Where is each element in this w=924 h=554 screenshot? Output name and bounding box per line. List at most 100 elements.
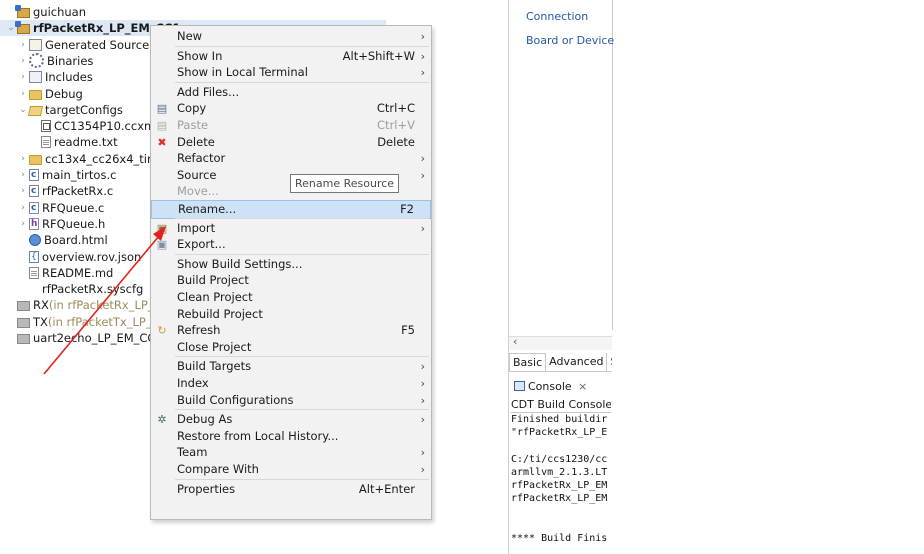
menu-item-shortcut: F2 [400,202,414,216]
menu-item-label: Refresh [177,323,221,338]
chevron-right-icon[interactable]: › [18,200,28,216]
menu-item-build-targets[interactable]: Build Targets › [151,358,431,375]
tree-item[interactable]: › Includes [18,69,93,85]
tree-item[interactable]: RX (in rfPacketRx_LP_EM [6,297,171,313]
tree-item[interactable]: Board.html [18,232,108,248]
menu-item-debug-as[interactable]: ✲ Debug As › [151,411,431,428]
chevron-right-icon: › [420,49,425,63]
console-line: rfPacketRx_LP_EM [511,493,608,505]
menu-item-shortcut: F5 [401,323,415,338]
tree-item[interactable]: README.md [18,265,113,281]
menu-item-compare-with[interactable]: Compare With › [151,461,431,478]
board-or-device-link[interactable]: Board or Device [526,34,614,47]
connection-link[interactable]: Connection [526,10,588,23]
proj-icon [15,5,30,18]
src-icon [29,38,42,51]
tree-item[interactable]: CC1354P10.ccxml [30,118,158,134]
menu-item-label: Refactor [177,151,226,166]
tree-item[interactable]: readme.txt [30,134,118,150]
tree-item[interactable]: uart2echo_LP_EM_CC13 [6,330,170,346]
menu-item-rename[interactable]: Rename... F2 [151,200,431,219]
cfile-icon [29,200,39,216]
horizontal-scrollbar[interactable]: ‹ [509,335,612,350]
close-icon[interactable]: × [578,380,587,393]
menu-item-label: Rebuild Project [177,306,263,321]
hfile-icon [29,216,39,232]
menu-item-rebuild-project[interactable]: Rebuild Project [151,306,431,323]
chevron-right-icon[interactable]: › [18,151,28,167]
scroll-left-icon[interactable]: ‹ [513,335,517,348]
tree-item-label: guichuan [33,5,87,19]
tree-item[interactable]: › main_tirtos.c [18,167,116,183]
menu-item-team[interactable]: Team › [151,444,431,461]
menu-item-import[interactable]: ▣ Import › [151,220,431,237]
menu-item-properties[interactable]: Properties Alt+Enter [151,481,431,498]
menu-item-label: Rename... [178,202,237,216]
chevron-right-icon[interactable]: › [18,86,28,102]
tree-item-label: rfPacketRx.syscfg [42,282,144,297]
menu-item-label: Source [177,167,217,182]
menu-item-add-files[interactable]: Add Files... [151,84,431,101]
chevron-right-icon: › [420,413,425,427]
chevron-right-icon[interactable]: › [18,183,28,199]
menu-item-delete[interactable]: ✖ Delete Delete [151,134,431,151]
menu-item-copy[interactable]: ▤ Copy Ctrl+C [151,100,431,117]
console-tab-label: Console [528,380,572,393]
tree-item-label: targetConfigs [45,102,123,117]
chevron-right-icon: › [420,152,425,166]
tree-item[interactable]: › Generated Source [18,37,149,53]
menu-item-label: Clean Project [177,290,253,304]
tree-item[interactable]: overview.rov.json [18,249,141,265]
tree-item[interactable]: rfPacketRx.syscfg [18,281,143,297]
tab-advanced[interactable]: Advanced [546,353,608,371]
proj-gray-icon [17,301,30,312]
tree-item[interactable]: › Binaries [18,53,93,69]
chevron-right-icon[interactable]: › [18,37,28,53]
menu-item-index[interactable]: Index › [151,375,431,392]
chevron-down-icon[interactable]: ⌄ [18,102,28,118]
menu-item-show-in[interactable]: Show In Alt+Shift+W › [151,48,431,65]
menu-item-restore-from-local-history[interactable]: Restore from Local History... [151,428,431,445]
tab-sc[interactable]: Sc [607,353,612,371]
menu-item-export[interactable]: ▣ Export... [151,236,431,253]
tree-item[interactable]: › RFQueue.h [18,216,105,232]
menu-item-clean-project[interactable]: Clean Project [151,289,431,306]
menu-item-show-build-settings[interactable]: Show Build Settings... [151,256,431,273]
tree-item-label: main_tirtos.c [42,168,117,182]
menu-item-refresh[interactable]: ↻ Refresh F5 [151,322,431,339]
chevron-right-icon[interactable]: › [18,216,28,232]
tree-item[interactable]: › Debug [18,86,83,102]
menu-separator [175,478,429,480]
menu-item-label: Export... [177,237,226,252]
tree-item[interactable]: TX (in rfPacketTx_LP_EM [6,314,169,330]
tree-item[interactable]: ⌄ targetConfigs [18,102,123,118]
cfile-icon [29,183,39,199]
tree-item[interactable]: guichuan [6,4,86,20]
menu-item-label: Show In [177,48,223,63]
menu-item-label: Team [177,445,208,460]
menu-item-refactor[interactable]: Refactor › [151,150,431,167]
console-tab[interactable]: Console × [514,380,587,393]
menu-item-build-project[interactable]: Build Project [151,272,431,289]
tab-basic[interactable]: Basic [509,353,547,371]
menu-item-label: Properties [177,481,236,496]
menu-item-close-project[interactable]: Close Project [151,339,431,356]
tree-item-label: Includes [45,70,93,85]
tree-item[interactable]: › cc13x4_cc26x4_tirto [18,151,163,167]
menu-item-show-in-local-terminal[interactable]: Show in Local Terminal › [151,64,431,81]
chevron-right-icon[interactable]: › [18,69,28,85]
menu-item-label: Compare With [177,462,259,476]
chevron-right-icon: › [420,446,425,460]
debug-icon: ✲ [157,413,167,427]
menu-item-new[interactable]: New › [151,28,431,45]
html-icon [29,234,41,247]
folder-open-icon [27,105,44,116]
tree-item-label: Board.html [44,233,108,248]
folder-icon [29,89,42,100]
tree-item[interactable]: › RFQueue.c [18,200,104,216]
chevron-right-icon[interactable]: › [18,167,28,183]
menu-item-build-configurations[interactable]: Build Configurations › [151,392,431,409]
chevron-right-icon[interactable]: › [18,53,28,69]
chevron-right-icon: › [420,66,425,80]
tree-item[interactable]: › rfPacketRx.c [18,183,113,199]
